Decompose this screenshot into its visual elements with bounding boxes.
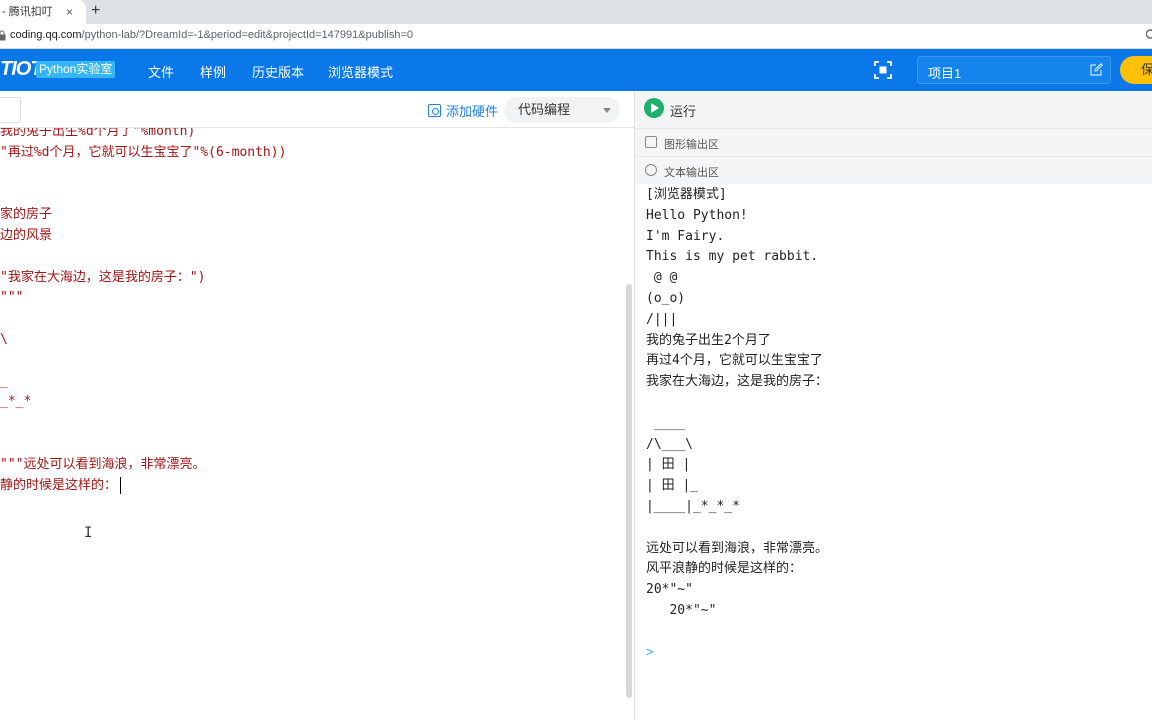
project-name: 项目1: [928, 66, 962, 81]
browser-tab-bar: - 腾讯扣叮 × +: [0, 0, 1152, 24]
output-line: I'm Fairy.: [646, 228, 725, 244]
browser-tab[interactable]: - 腾讯扣叮: [0, 0, 86, 24]
code-line-text: """远处可以看到海浪，非常漂亮。: [0, 456, 206, 472]
output-line: @ @: [646, 270, 678, 286]
output-line: (o_o): [646, 291, 686, 306]
code-line-text: \: [0, 332, 8, 347]
code-line: """远处可以看到海浪，非常漂亮。: [0, 454, 205, 475]
code-line: _*_*: [0, 391, 31, 412]
output-line: 20*"~": [646, 603, 717, 618]
chevron-down-icon: [603, 108, 611, 113]
code-editor[interactable]: 我的兔子出生%d个月了"%month) "再过%d个月，它就可以生宝宝了"%(6-…: [0, 128, 634, 720]
console-prompt[interactable]: >: [646, 645, 654, 660]
tab-close-icon[interactable]: ×: [66, 0, 73, 24]
code-line-text: 我的兔子出生%d个月了"%month): [0, 128, 196, 139]
project-name-field[interactable]: 项目1: [917, 56, 1111, 84]
save-button[interactable]: 保: [1120, 56, 1152, 84]
output-panel: 运行 图形输出区 文本输出区 [浏览器模式] Hello Python! I'm F…: [635, 91, 1152, 720]
python-lab-badge: Python实验室: [36, 61, 116, 78]
menu-browser-mode[interactable]: 浏览器模式: [328, 62, 393, 81]
editor-mode-select[interactable]: 代码编程: [504, 97, 620, 123]
menu-history[interactable]: 历史版本: [252, 62, 304, 81]
tab-title: - 腾讯扣叮: [2, 6, 53, 18]
run-bar: 运行: [635, 91, 1152, 128]
code-line-text: _*_*: [0, 394, 32, 410]
editor-mode-value: 代码编程: [518, 102, 571, 117]
add-hardware-button[interactable]: 添加硬件: [428, 101, 498, 120]
code-line: """: [0, 287, 23, 308]
code-line-text: """: [0, 290, 24, 306]
editor-toolbar: 添加硬件 代码编程: [0, 91, 634, 128]
code-line: 我的兔子出生%d个月了"%month): [0, 128, 195, 142]
hardware-icon: [428, 104, 441, 117]
code-line: 边的风景: [0, 225, 52, 246]
code-line: 家的房子: [0, 204, 52, 225]
output-line: Hello Python!: [646, 207, 748, 223]
output-line: 20*"~": [646, 582, 693, 598]
output-line: /\___\: [646, 436, 693, 452]
url-host: coding.qq.com: [10, 29, 82, 41]
image-icon: [645, 136, 657, 148]
output-line: /|||: [646, 311, 678, 327]
edit-icon[interactable]: [1090, 62, 1104, 76]
output-line: 风平浪静的时候是这样的：: [646, 561, 803, 577]
code-line: \: [0, 329, 8, 350]
run-button[interactable]: 运行: [670, 101, 696, 120]
code-line: _: [0, 371, 8, 392]
save-button-label: 保: [1141, 62, 1152, 77]
output-line: 再过4个月，它就可以生宝宝了: [646, 353, 823, 369]
lock-icon: [0, 30, 6, 44]
graphic-output-header[interactable]: 图形输出区: [635, 128, 1152, 156]
file-tab[interactable]: [0, 97, 21, 123]
new-tab-icon[interactable]: +: [91, 0, 100, 22]
editor-scrollbar[interactable]: [626, 284, 632, 698]
output-line: |____|_*_*_*: [646, 499, 740, 514]
code-line-text: "再过%d个月，它就可以生宝宝了"%(6-month)): [0, 144, 287, 160]
code-line-text: 静的时候是这样的：: [0, 477, 118, 493]
output-line: 远处可以看到海浪，非常漂亮。: [646, 540, 829, 556]
code-line-text: 边的风景: [0, 228, 53, 243]
output-line: ____: [646, 415, 686, 431]
output-line: | 田 |_: [646, 478, 699, 494]
text-cursor-icon: I: [84, 525, 93, 541]
url-path: /python-lab/?DreamId=-1&period=edit&proj…: [81, 29, 413, 41]
output-line: 我家在大海边，这是我的房子：: [646, 374, 829, 390]
app-header: TIOT Python实验室 文件 样例 历史版本 浏览器模式 项目1 保: [0, 49, 1152, 91]
output-line: | 田 |: [646, 457, 691, 473]
code-line: "我家在大海边，这是我的房子："): [0, 267, 205, 288]
google-icon[interactable]: [1145, 28, 1152, 43]
text-icon: [645, 164, 657, 176]
code-line-text: 家的房子: [0, 207, 53, 223]
code-line: 静的时候是这样的：: [0, 475, 122, 496]
code-line-text: "我家在大海边，这是我的房子："): [0, 269, 206, 285]
add-hardware-label: 添加硬件: [446, 104, 499, 119]
play-icon[interactable]: [644, 98, 664, 118]
code-line: "再过%d个月，它就可以生宝宝了"%(6-month)): [0, 142, 286, 163]
graphic-output-label: 图形输出区: [664, 139, 719, 151]
url-text[interactable]: coding.qq.com/python-lab/?DreamId=-1&per…: [10, 29, 413, 41]
output-line: [浏览器模式]: [646, 187, 727, 202]
output-line: This is my pet rabbit.: [646, 249, 819, 265]
fullscreen-icon[interactable]: [873, 60, 893, 80]
address-bar[interactable]: coding.qq.com/python-lab/?DreamId=-1&per…: [0, 24, 1152, 49]
menu-file[interactable]: 文件: [148, 62, 174, 81]
text-output-header[interactable]: 文本输出区: [635, 156, 1152, 184]
output-line: 我的兔子出生2个月了: [646, 332, 771, 348]
text-output-label: 文本输出区: [664, 167, 719, 179]
text-caret: [120, 476, 122, 494]
menu-examples[interactable]: 样例: [200, 62, 226, 81]
code-line-text: _: [0, 373, 8, 389]
